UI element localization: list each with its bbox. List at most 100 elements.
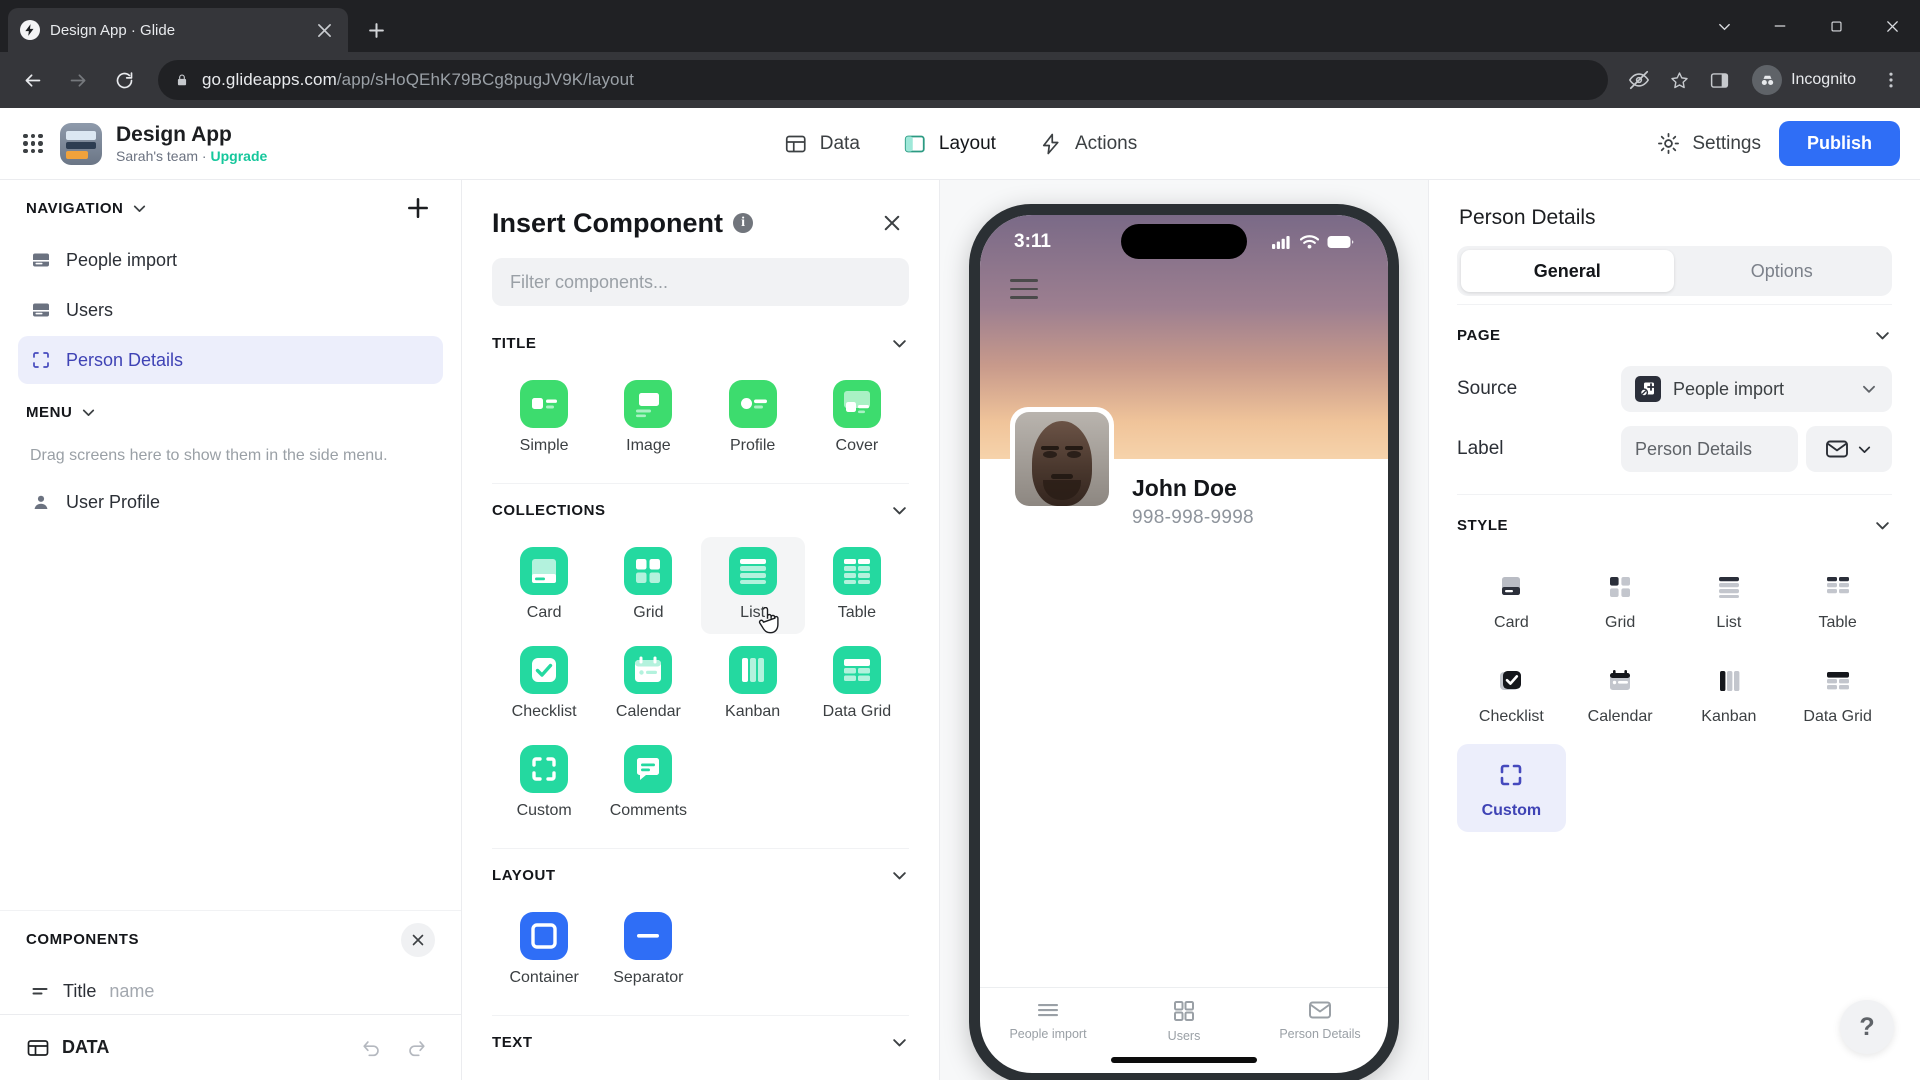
source-select[interactable]: People import <box>1621 366 1892 412</box>
sidebar-item-users[interactable]: Users <box>18 286 443 334</box>
close-icon[interactable] <box>312 18 336 42</box>
apps-grid-icon[interactable] <box>20 131 46 157</box>
collections-components-grid: Card Grid List Table Checklist Calendar … <box>492 537 909 842</box>
component-calendar[interactable]: Calendar <box>596 636 700 733</box>
source-field-row: Source People import <box>1457 366 1892 412</box>
component-title-image[interactable]: Image <box>596 370 700 467</box>
container-icon <box>520 912 569 960</box>
help-button[interactable]: ? <box>1840 1000 1894 1054</box>
style-table[interactable]: Table <box>1783 556 1892 644</box>
component-custom[interactable]: Custom <box>492 735 596 832</box>
style-kanban[interactable]: Kanban <box>1675 650 1784 738</box>
component-title-cover[interactable]: Cover <box>805 370 909 467</box>
custom-frame-icon <box>30 349 52 371</box>
tab-actions[interactable]: Actions <box>1034 125 1141 163</box>
back-icon[interactable] <box>12 60 52 100</box>
tab-data[interactable]: Data <box>779 125 864 163</box>
chrome-menu-icon[interactable] <box>1874 63 1908 97</box>
side-panel-icon[interactable] <box>1702 63 1736 97</box>
phone-tab-people-import[interactable]: People import <box>980 1000 1116 1041</box>
label-input[interactable]: Person Details <box>1621 426 1798 472</box>
close-insert-panel-icon[interactable] <box>875 206 909 240</box>
component-row-title[interactable]: Title name <box>0 968 461 1014</box>
page-section-header[interactable]: PAGE <box>1457 304 1892 366</box>
style-calendar[interactable]: Calendar <box>1566 650 1675 738</box>
style-list[interactable]: List <box>1675 556 1784 644</box>
component-label: Image <box>626 437 671 454</box>
tab-general[interactable]: General <box>1461 250 1674 292</box>
menu-hamburger-icon[interactable] <box>1010 279 1038 299</box>
style-custom[interactable]: Custom <box>1457 744 1566 832</box>
data-button[interactable]: DATA <box>26 1036 109 1060</box>
component-separator[interactable]: Separator <box>596 902 700 999</box>
close-components-icon[interactable] <box>401 922 435 957</box>
reload-icon[interactable] <box>104 60 144 100</box>
address-bar[interactable]: go.glideapps.com/app/sHoQEhK79BCg8pugJV9… <box>158 60 1609 100</box>
tab-layout[interactable]: Layout <box>891 125 1006 187</box>
settings-label: Settings <box>1692 132 1761 154</box>
minimize-icon[interactable] <box>1752 0 1808 52</box>
group-header-collections[interactable]: COLLECTIONS <box>492 483 909 537</box>
browser-tab[interactable]: Design App · Glide <box>8 8 348 52</box>
filter-components-input[interactable] <box>492 258 909 306</box>
forward-icon[interactable] <box>58 60 98 100</box>
tab-options[interactable]: Options <box>1676 250 1889 292</box>
window-close-icon[interactable] <box>1864 0 1920 52</box>
style-grid[interactable]: Grid <box>1566 556 1675 644</box>
style-label: Grid <box>1605 614 1636 631</box>
label-label: Label <box>1457 438 1504 459</box>
component-label: Calendar <box>615 703 681 720</box>
style-checklist[interactable]: Checklist <box>1457 650 1566 738</box>
component-checklist[interactable]: Checklist <box>492 636 596 733</box>
component-table[interactable]: Table <box>805 537 909 634</box>
add-screen-button[interactable] <box>401 191 435 225</box>
group-header-title[interactable]: TITLE <box>492 316 909 370</box>
incognito-avatar-icon <box>1752 65 1783 95</box>
component-kanban[interactable]: Kanban <box>701 636 805 733</box>
component-title-simple[interactable]: Simple <box>492 370 596 467</box>
data-grid-icon <box>1821 664 1855 698</box>
phone-tab-person-details[interactable]: Person Details <box>1252 1000 1388 1041</box>
url-host: go.glideapps.com <box>202 70 337 89</box>
chevron-down-icon[interactable] <box>1696 0 1752 52</box>
component-grid[interactable]: Grid <box>596 537 700 634</box>
redo-icon[interactable] <box>397 1029 435 1067</box>
app-header-right: Settings Publish <box>1656 121 1900 166</box>
upgrade-link[interactable]: Upgrade <box>211 148 268 164</box>
profile-incognito-button[interactable]: Incognito <box>1748 62 1868 98</box>
layout-icon <box>902 131 928 157</box>
settings-button[interactable]: Settings <box>1656 131 1761 156</box>
table-source-icon <box>1635 376 1661 402</box>
component-comments[interactable]: Comments <box>596 735 700 832</box>
group-header-layout[interactable]: LAYOUT <box>492 848 909 902</box>
new-tab-button[interactable] <box>358 12 394 48</box>
component-container[interactable]: Container <box>492 902 596 999</box>
info-icon[interactable]: i <box>733 213 754 233</box>
style-section-header[interactable]: STYLE <box>1457 494 1892 556</box>
sidebar-item-person-details[interactable]: Person Details <box>18 336 443 384</box>
undo-icon[interactable] <box>353 1029 391 1067</box>
sidebar-scroll: NAVIGATION People import Users Person De… <box>0 180 461 910</box>
label-icon-picker[interactable] <box>1806 426 1892 472</box>
component-title-profile[interactable]: Profile <box>701 370 805 467</box>
app-logo[interactable] <box>60 122 102 165</box>
sidebar-item-people-import[interactable]: People import <box>18 236 443 284</box>
bookmark-star-icon[interactable] <box>1662 63 1696 97</box>
phone-tab-users[interactable]: Users <box>1116 1000 1252 1043</box>
style-card[interactable]: Card <box>1457 556 1566 644</box>
component-card[interactable]: Card <box>492 537 596 634</box>
maximize-icon[interactable] <box>1808 0 1864 52</box>
data-grid-icon <box>832 646 881 694</box>
url-path: /app/sHoQEhK79BCg8pugJV9K/layout <box>336 70 634 89</box>
publish-button[interactable]: Publish <box>1778 121 1900 166</box>
component-data-grid[interactable]: Data Grid <box>805 636 909 733</box>
label-field-row: Label Person Details <box>1457 426 1892 472</box>
group-header-text[interactable]: TEXT <box>492 1015 909 1069</box>
component-list[interactable]: List <box>700 537 805 634</box>
style-data-grid[interactable]: Data Grid <box>1783 650 1892 738</box>
chevron-down-icon[interactable] <box>80 404 97 421</box>
sidebar-item-user-profile[interactable]: User Profile <box>18 478 443 526</box>
home-indicator <box>1111 1057 1257 1063</box>
chevron-down-icon[interactable] <box>131 200 148 217</box>
tracking-protection-icon[interactable] <box>1622 63 1656 97</box>
